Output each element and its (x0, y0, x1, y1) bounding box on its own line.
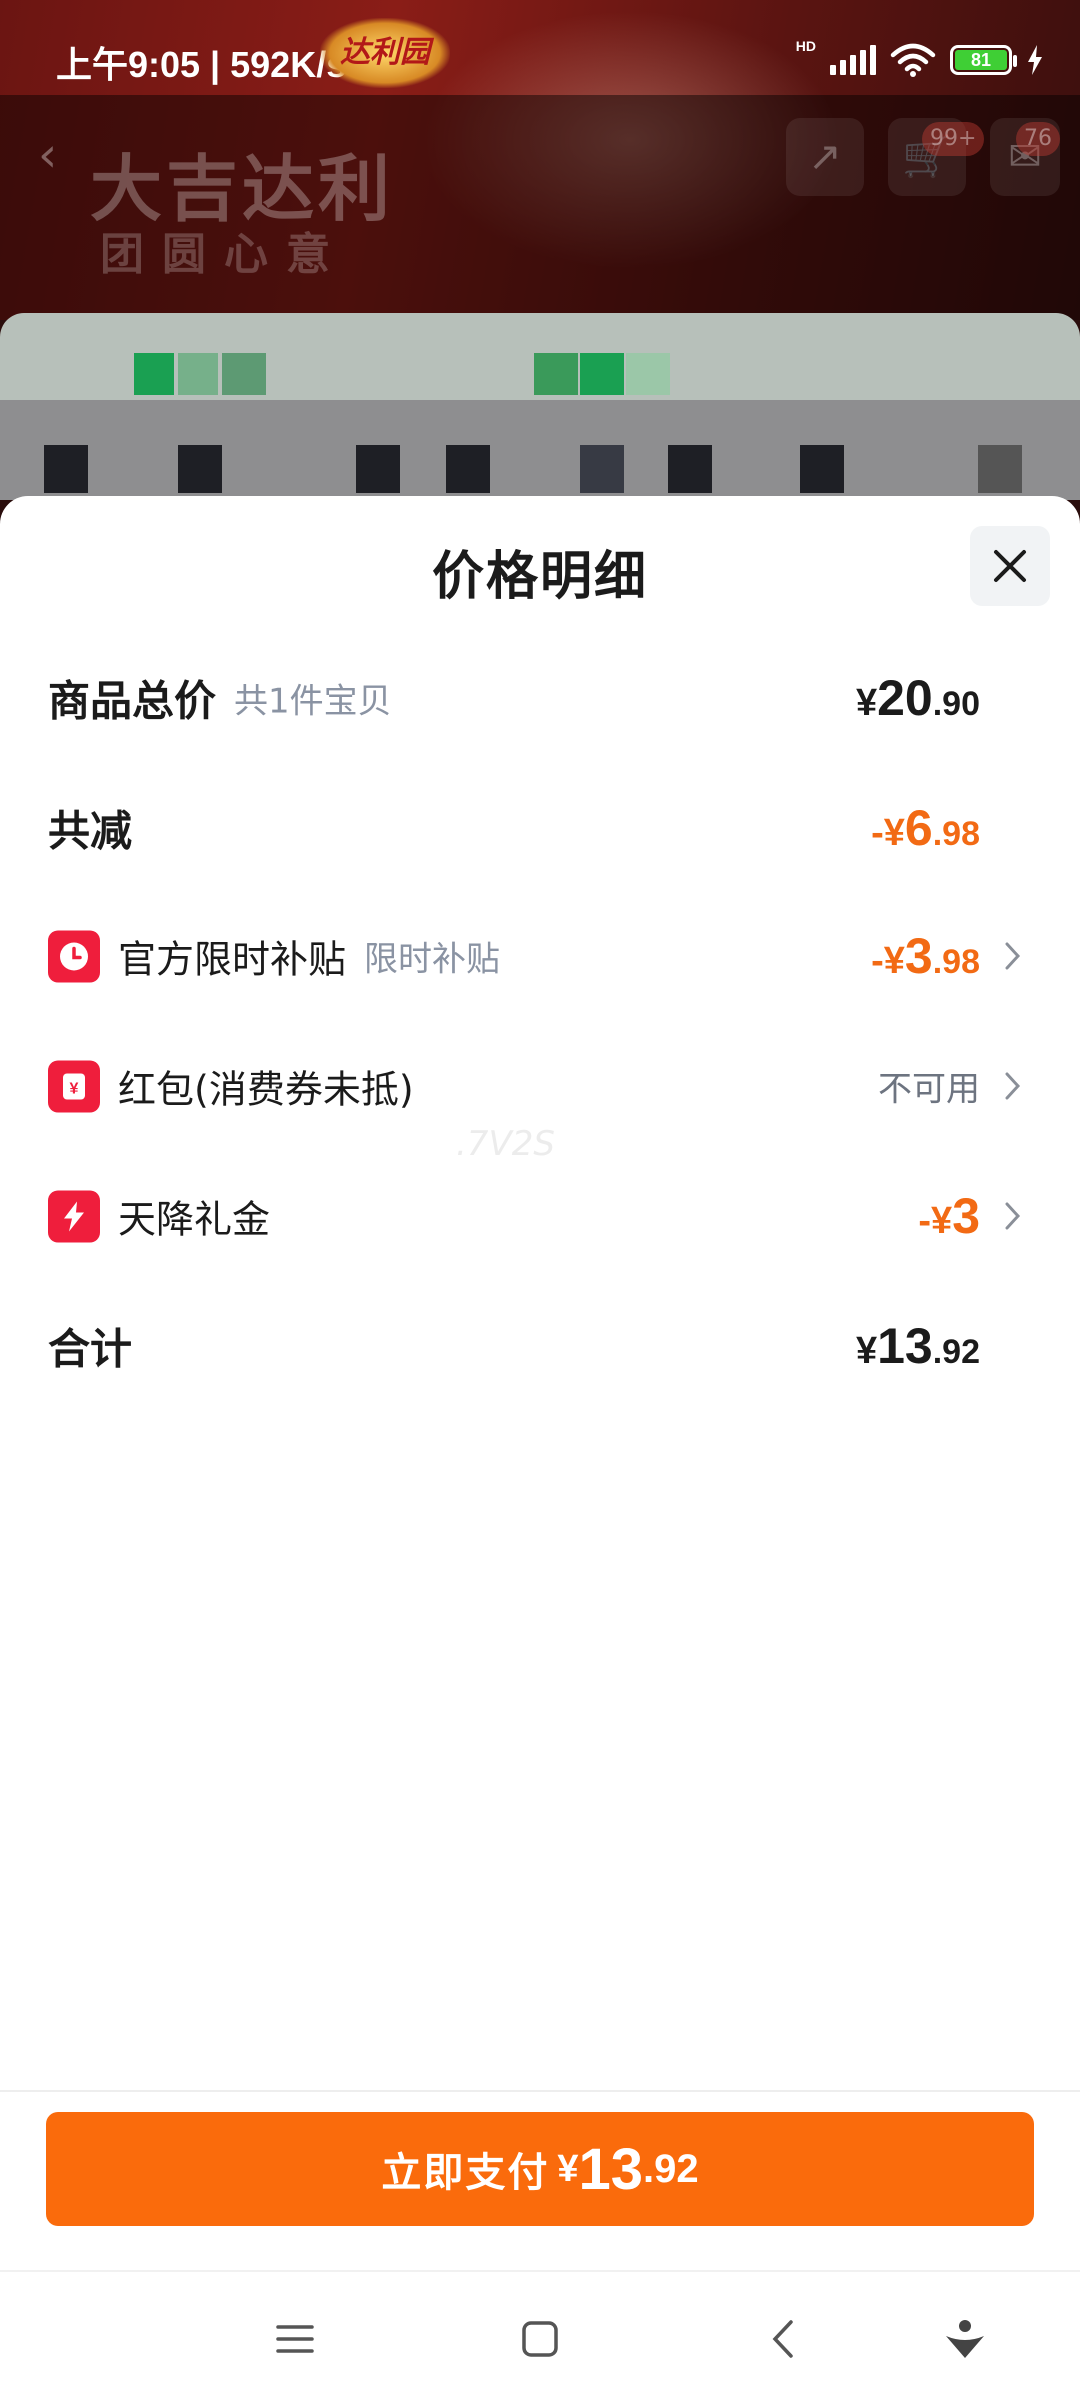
clock-icon (48, 930, 100, 982)
row-total-discount: 共减 -¥6.98 (0, 778, 1080, 878)
system-nav-bar (0, 2270, 1080, 2400)
close-icon (994, 550, 1026, 582)
row-sub-label: 限时补贴 (364, 939, 501, 980)
row-red-packet[interactable]: ¥ 红包(消费券未抵) 不可用 (0, 1036, 1080, 1136)
pay-button-currency: ¥ (557, 2147, 579, 2190)
status-time: 上午9:05 | 592K/s (56, 44, 347, 85)
watermark: .7V2S (456, 1124, 555, 1164)
battery-level: 81 (955, 50, 1007, 70)
screen: ‹ 大吉达利 团圆心意 ↗ 🛒 ✉ 99+ 76 上午9:05 | 592K/s… (0, 0, 1080, 2400)
row-label: 天降礼金 (118, 1197, 271, 1242)
divider (0, 2090, 1080, 2092)
subsidy-amount: -¥3.98 (871, 928, 980, 984)
row-label: 商品总价 (48, 676, 217, 726)
row-sub-label: 共1件宝贝 (234, 681, 392, 722)
status-bar: 上午9:05 | 592K/s 达利园 HD 81 (0, 0, 1080, 95)
charging-icon (1028, 45, 1042, 75)
pay-button-label: 立即支付 (381, 2150, 550, 2196)
pay-now-button[interactable]: 立即支付 ¥13.92 (46, 2112, 1034, 2226)
menu-icon[interactable] (270, 2314, 320, 2364)
pay-button-amount-int: 13 (578, 2136, 644, 2202)
background-back-icon: ‹ (38, 127, 58, 183)
total-discount-amount: -¥6.98 (871, 800, 980, 856)
red-packet-icon: ¥ (48, 1060, 100, 1112)
gift-money-amount: -¥3 (918, 1188, 980, 1244)
row-label: 官方限时补贴 (118, 937, 347, 982)
row-item-total: 商品总价 共1件宝贝 ¥20.90 (0, 648, 1080, 748)
background-info-strip (0, 313, 1080, 403)
brand-logo: 达利园 (320, 18, 450, 88)
wifi-icon (890, 43, 936, 77)
row-gift-money[interactable]: 天降礼金 -¥3 (0, 1166, 1080, 1266)
row-label: 共减 (48, 806, 133, 856)
background-cart-badge: 99+ (922, 122, 985, 156)
row-label: 红包(消费券未抵) (118, 1067, 414, 1112)
chevron-right-icon (1005, 1202, 1021, 1230)
background-address-strip (0, 400, 1080, 500)
battery-icon: 81 (950, 45, 1017, 75)
background-share-icon: ↗ (786, 118, 864, 196)
price-detail-sheet: 价格明细 商品总价 共1件宝贝 ¥20.90 共减 -¥6.98 官方限时补贴 … (0, 496, 1080, 2270)
chevron-right-icon (1005, 942, 1021, 970)
background-message-badge: 76 (1016, 122, 1060, 156)
network-type: HD (795, 38, 816, 54)
pay-button-amount-dec: .92 (643, 2146, 699, 2191)
chevron-right-icon (1005, 1072, 1021, 1100)
item-total-price: ¥20.90 (855, 670, 980, 726)
assistant-icon[interactable] (940, 2314, 990, 2364)
red-packet-status: 不可用 (878, 1069, 980, 1110)
close-button[interactable] (970, 526, 1050, 606)
signal-icon (830, 45, 876, 75)
grand-total-amount: ¥13.92 (855, 1318, 980, 1374)
sheet-title: 价格明细 (431, 547, 648, 607)
home-icon[interactable] (515, 2314, 565, 2364)
background-brand-subtitle: 团圆心意 (100, 229, 348, 280)
svg-text:¥: ¥ (70, 1080, 79, 1097)
lightning-icon (48, 1190, 100, 1242)
row-official-subsidy[interactable]: 官方限时补贴 限时补贴 -¥3.98 (0, 906, 1080, 1006)
back-icon[interactable] (760, 2314, 810, 2364)
row-label: 合计 (48, 1324, 133, 1374)
row-grand-total: 合计 ¥13.92 (0, 1296, 1080, 1396)
